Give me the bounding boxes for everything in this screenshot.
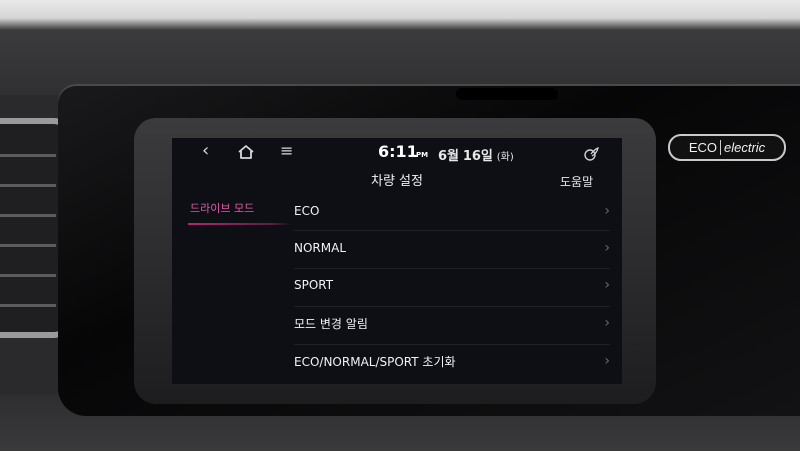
date-weekday: (화): [496, 152, 514, 163]
menu-item-label: 모드 변경 알림: [294, 316, 368, 331]
menu-item-label: SPORT: [294, 278, 334, 292]
menu-item-normal[interactable]: NORMAL ›: [294, 231, 610, 265]
menu-item-eco[interactable]: ECO ›: [294, 194, 610, 228]
chevron-right-icon: ›: [604, 315, 610, 331]
page-title: 차량 설정: [371, 174, 423, 189]
home-icon[interactable]: [236, 143, 256, 161]
badge-eco-text: ECO: [688, 140, 717, 155]
infotainment-screen: ‹ ≡ 6:11 PM 6월 16일 (화) 차량 설정 도움말 드라이브 모드…: [172, 138, 622, 384]
date-day: 16일: [462, 149, 493, 164]
sidebar-selection-underline: [188, 223, 292, 225]
clock-time: 6:11: [378, 142, 418, 161]
vent-slat: [0, 274, 56, 277]
chevron-right-icon: ›: [604, 277, 610, 293]
badge-separator: [719, 140, 721, 155]
bezel-slot: [456, 88, 558, 100]
chevron-right-icon: ›: [604, 203, 610, 219]
menu-icon[interactable]: ≡: [280, 141, 293, 160]
badge-electric-text: electric: [723, 140, 766, 155]
menu-item-label: ECO: [294, 204, 320, 218]
menu-item-mode-change-alert[interactable]: 모드 변경 알림 ›: [294, 306, 610, 340]
vent-slat: [0, 304, 56, 307]
dashboard-top: [0, 0, 800, 95]
status-date: 6월 16일 (화): [438, 145, 514, 164]
chevron-right-icon: ›: [604, 353, 610, 369]
menu-item-label: NORMAL: [294, 241, 347, 255]
clock-ampm: PM: [416, 151, 429, 159]
vent-slat: [0, 154, 56, 157]
help-button[interactable]: 도움말: [560, 173, 593, 190]
vent-slat: [0, 214, 56, 217]
vent-slat: [0, 184, 56, 187]
date-month: 6월: [438, 149, 460, 164]
chevron-right-icon: ›: [604, 240, 610, 256]
leaf-status-icon: [583, 146, 599, 161]
back-arrow-icon[interactable]: ‹: [202, 140, 209, 161]
menu-item-label: ECO/NORMAL/SPORT 초기화: [294, 354, 456, 369]
menu-item-sport[interactable]: SPORT ›: [294, 268, 610, 302]
sidebar-item-drive-mode[interactable]: 드라이브 모드: [190, 200, 254, 216]
vent-slat: [0, 244, 56, 247]
eco-electric-badge: ECO electric: [668, 134, 786, 161]
menu-item-reset-modes[interactable]: ECO/NORMAL/SPORT 초기화 ›: [294, 344, 610, 378]
